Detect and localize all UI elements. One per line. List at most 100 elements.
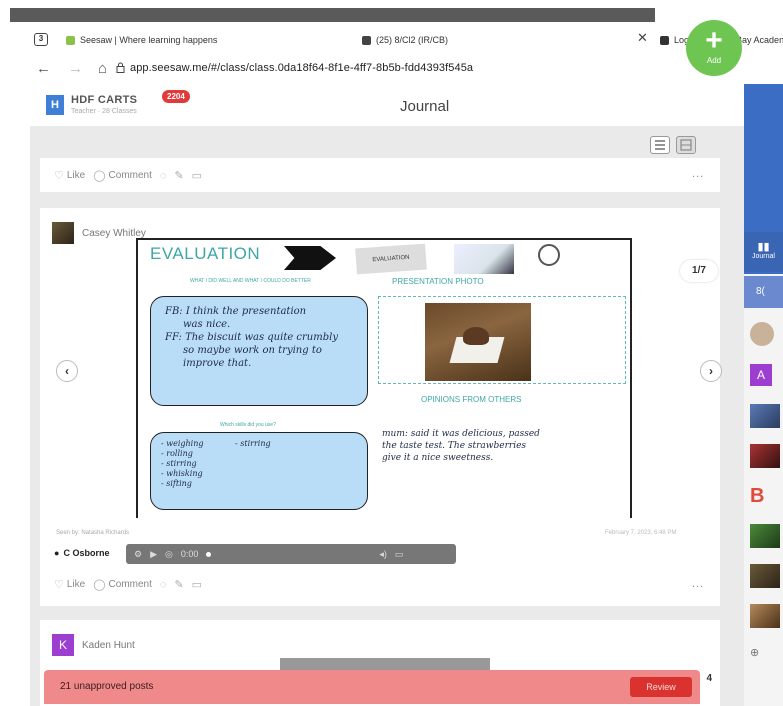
sidebar-class-item[interactable]: 8(: [744, 276, 783, 308]
list-view-button[interactable]: [650, 136, 670, 154]
feedback-box: FB: I think the presentation was nice. F…: [150, 296, 368, 406]
author-name: Kaden Hunt: [82, 639, 135, 651]
post-actions: ♡ Like ◯ Comment ◌ ✎ ▭: [54, 578, 202, 592]
add-student-icon[interactable]: ⊕: [750, 646, 780, 670]
evaluation-stamp-image: EVALUATION: [355, 243, 427, 275]
tab-seesaw[interactable]: Seesaw | Where learning happens: [66, 33, 217, 47]
fullscreen-icon[interactable]: ▭: [395, 549, 404, 560]
feedback-line: so maybe work on trying to: [183, 345, 322, 356]
skill-item: - stirring: [161, 459, 197, 468]
feedback-line: FB: I think the presentation: [165, 306, 307, 317]
unapproved-posts-bar: 21 unapproved posts Review: [44, 670, 700, 704]
home-icon[interactable]: ⌂: [98, 60, 107, 77]
add-label: Add: [706, 56, 722, 65]
grid-view-button[interactable]: [676, 136, 696, 154]
author-photo: [52, 222, 74, 244]
comment-label: Comment: [108, 170, 152, 181]
journal-tab-label: Journal: [752, 253, 775, 260]
feedback-line: improve that.: [183, 358, 252, 369]
class-name[interactable]: HDF CARTS: [71, 94, 137, 106]
skills-list: - weighing - rolling - stirring - whiski…: [161, 439, 204, 489]
more-options-button[interactable]: ...: [692, 168, 704, 180]
add-button[interactable]: + Add: [686, 20, 742, 76]
comment-label: Comment: [108, 579, 152, 590]
student-photo[interactable]: [750, 524, 780, 548]
page-title: Journal: [400, 98, 450, 115]
seesaw-app: H HDF CARTS Teacher · 28 Classes 2204 Jo…: [30, 84, 750, 706]
arrow-graphic: [284, 246, 336, 270]
url-field[interactable]: app.seesaw.me/#/class/class.0da18f64-8f1…: [130, 62, 473, 74]
speech-bubble-icon: ◯: [93, 579, 106, 591]
forward-arrow-icon[interactable]: →: [68, 60, 83, 77]
folder-icon[interactable]: ▭: [192, 169, 202, 182]
presentation-photo-frame: [378, 296, 626, 384]
back-arrow-icon[interactable]: ←: [36, 60, 51, 77]
voice-comment-icon[interactable]: ◌: [160, 170, 167, 182]
student-avatar-b[interactable]: B: [750, 484, 780, 508]
voice-comment-icon[interactable]: ◌: [160, 579, 167, 591]
skill-item: - weighing: [161, 439, 204, 448]
unapproved-posts-text: 21 unapproved posts: [60, 681, 154, 692]
like-label: Like: [66, 170, 86, 181]
seesaw-favicon-icon: [66, 35, 75, 45]
comment-button[interactable]: ◯ Comment: [93, 169, 152, 182]
pen-comment-icon[interactable]: ✎: [174, 169, 183, 182]
more-options-button[interactable]: ...: [692, 578, 704, 590]
audio-time: 0:00: [180, 549, 199, 559]
magnifier-icon: [538, 244, 560, 266]
sidebar-journal-tab[interactable]: ▮▮ Journal: [744, 232, 783, 272]
checklist-image: [454, 244, 514, 274]
speech-bubble-icon: ◯: [93, 170, 106, 182]
volume-icon[interactable]: ◂): [379, 549, 387, 560]
student-photo[interactable]: [750, 444, 780, 468]
next-slide-button[interactable]: ›: [700, 360, 722, 382]
author-avatar: K: [52, 634, 74, 656]
tab-title: Seesaw | Where learning happens: [80, 35, 218, 45]
author-name: Casey Whitley: [82, 227, 146, 239]
post-date: February 7, 2023, 6:48 PM: [605, 530, 677, 536]
close-tab-icon[interactable]: ✕: [637, 30, 648, 46]
speed-icon[interactable]: ◎: [165, 549, 173, 560]
browser-top-bar: [10, 8, 655, 22]
progress-handle[interactable]: [206, 551, 212, 557]
student-avatar[interactable]: [750, 322, 774, 346]
post-author: Casey Whitley: [52, 222, 146, 244]
school-favicon-icon: [660, 35, 669, 45]
chevron-right-icon: ›: [709, 364, 713, 378]
voice-comment-player[interactable]: ⚙ ▶ ◎ 0:00 ◂) ▭: [126, 544, 456, 564]
settings-icon[interactable]: ⚙: [134, 549, 142, 560]
journal-post: Casey Whitley EVALUATION EVALUATION WHAT…: [40, 208, 722, 606]
screen: { "browser": { "tab_count": "3", "tabs":…: [0, 0, 783, 706]
notification-badge[interactable]: 2204: [162, 90, 190, 103]
commenter-name: C Osborne: [63, 548, 110, 558]
like-button[interactable]: ♡ Like: [54, 169, 85, 182]
opinion-line: give it a nice sweetness.: [382, 453, 494, 463]
comment-button[interactable]: ◯ Comment: [93, 578, 152, 591]
feedback-line: was nice.: [183, 319, 231, 330]
tab-counter-button[interactable]: 3: [34, 33, 48, 46]
pen-comment-icon[interactable]: ✎: [174, 578, 183, 591]
student-photo[interactable]: [750, 564, 780, 588]
evaluation-slide[interactable]: EVALUATION EVALUATION WHAT I DID WELL AN…: [136, 238, 632, 518]
tab-title: (25) 8/Cl2 (IR/CB): [376, 35, 449, 45]
folder-icon[interactable]: ▭: [192, 578, 202, 591]
like-button[interactable]: ♡ Like: [54, 578, 85, 591]
skills-box: - weighing - rolling - stirring - whiski…: [150, 432, 368, 510]
student-photo[interactable]: [750, 604, 780, 628]
slide-counter: 1/7: [680, 260, 718, 282]
seen-by: Seen by: Natasha Richards: [56, 530, 130, 536]
heart-icon: ♡: [54, 579, 64, 591]
address-row: ← → ⌂ app.seesaw.me/#/class/class.0da18f…: [0, 56, 783, 82]
opinions-label: OPINIONS FROM OTHERS: [421, 395, 522, 404]
grid-view-icon: [680, 139, 692, 151]
student-avatar-a[interactable]: A: [750, 364, 772, 386]
tab-class[interactable]: (25) 8/Cl2 (IR/CB): [362, 33, 448, 47]
skill-item: - whisking: [161, 469, 203, 478]
review-button[interactable]: Review: [630, 677, 692, 697]
right-sidebar: ▮▮ Journal 8( A B ⊕: [744, 84, 783, 706]
post-image-preview[interactable]: [280, 658, 490, 670]
student-photo[interactable]: [750, 404, 780, 428]
previous-slide-button[interactable]: ‹: [56, 360, 78, 382]
class-avatar[interactable]: H: [46, 95, 64, 115]
play-icon[interactable]: ▶: [150, 549, 157, 560]
